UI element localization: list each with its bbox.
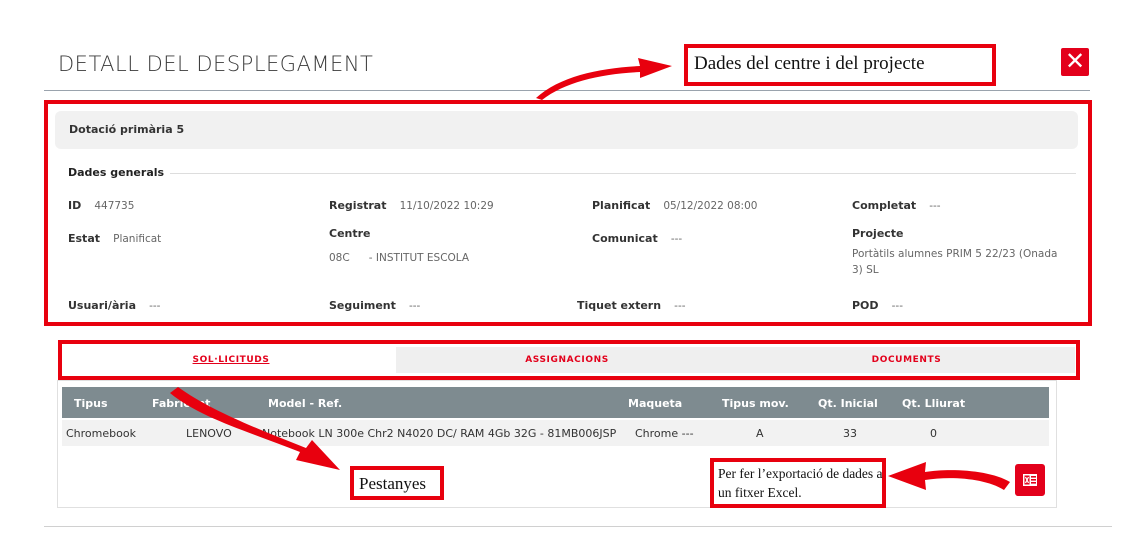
arrow-top	[536, 58, 672, 100]
annotation-centre-project-text: Dades del centre i del projecte	[694, 53, 925, 74]
annotation-export-text: Per fer l’exportació de dades a un fitxe…	[718, 466, 883, 500]
annotation-centre-project: Dades del centre i del projecte	[684, 44, 996, 86]
annotation-tabs: Pestanyes	[350, 466, 444, 500]
annotation-export: Per fer l’exportació de dades a un fitxe…	[710, 458, 886, 508]
arrow-tabs	[170, 387, 340, 470]
annotation-tabs-text: Pestanyes	[359, 474, 427, 493]
arrow-export	[888, 462, 1010, 490]
